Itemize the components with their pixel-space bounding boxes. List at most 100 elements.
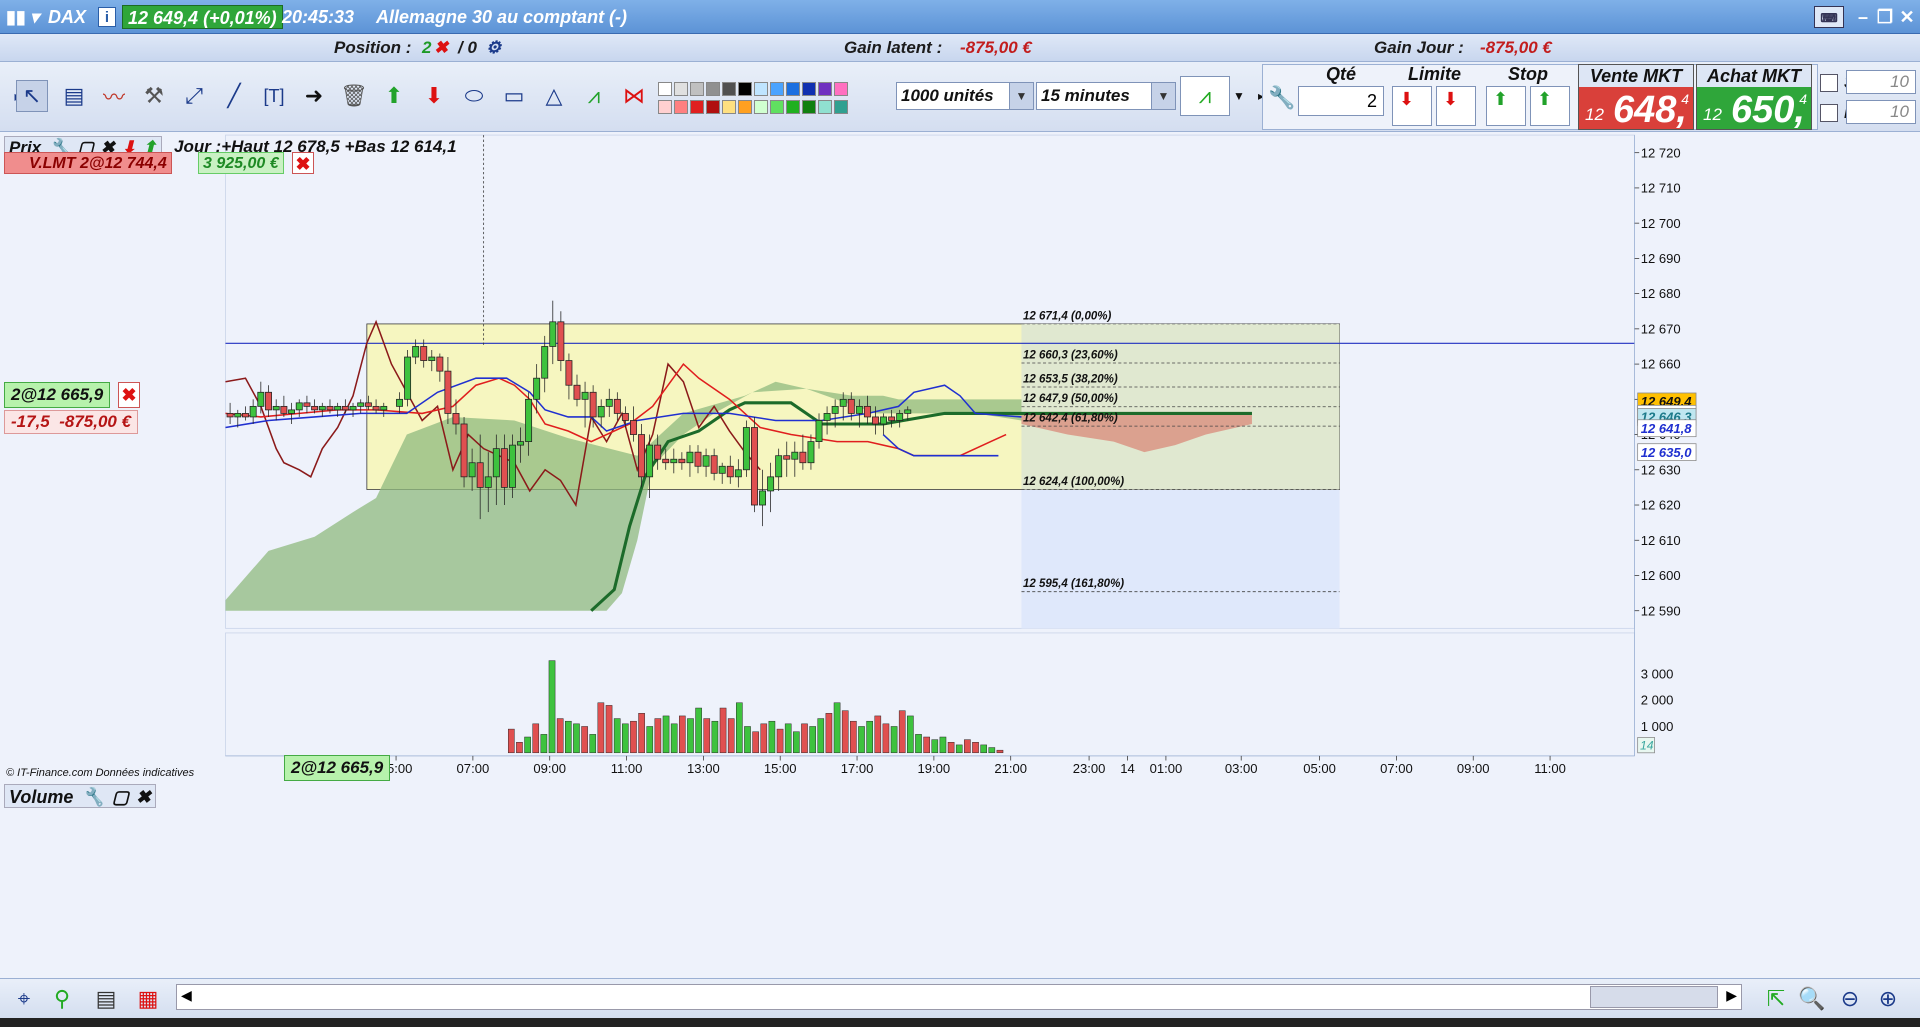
candle-body[interactable] [702,455,710,467]
buy-market-button[interactable]: Achat MKT 12 650, 4 [1696,64,1812,131]
volume-bar[interactable] [850,720,857,754]
zigzag-icon[interactable]: ⩘ [578,80,610,112]
close-pane-icon[interactable]: ✖ [136,787,151,807]
candle-body[interactable] [565,360,573,386]
scroll-left-icon[interactable]: ◀ [181,987,192,1004]
volume-bar[interactable] [841,710,849,754]
candle-body[interactable] [783,455,791,460]
volume-bar[interactable] [793,731,800,754]
candle-body[interactable] [341,405,349,411]
volume-bar[interactable] [548,660,556,754]
indicator-icon[interactable]: ▤ [58,80,90,112]
candle-body[interactable] [500,448,508,488]
volume-bar[interactable] [768,720,776,754]
candle-body[interactable] [412,346,420,358]
volume-bar[interactable] [972,742,979,754]
candle-body[interactable] [630,420,637,435]
color-swatch[interactable] [738,100,752,114]
window-icon[interactable]: ▢ [112,787,129,807]
candle-body[interactable] [734,469,742,478]
color-swatch[interactable] [674,82,688,96]
volume-bar[interactable] [809,726,816,754]
magnet-icon[interactable]: ⚲ [46,983,78,1015]
volume-bar[interactable] [516,742,523,754]
sell-market-button[interactable]: Vente MKT 12 648, 4 [1578,64,1694,131]
ellipse-icon[interactable]: ⬭ [458,80,490,112]
color-swatch[interactable] [818,100,832,114]
volume-bar[interactable] [646,726,654,754]
stop-l-input[interactable]: 10 [1846,100,1916,124]
tools-icon[interactable]: ⚒ [138,80,170,112]
candlestick-icon[interactable]: ▮▮ [6,0,26,34]
stop-buy-button[interactable]: ⬆ [1486,86,1526,126]
fan-icon[interactable]: ╱ [218,80,250,112]
volume-bar[interactable] [939,736,947,754]
volume-bar[interactable] [524,736,531,754]
candle-body[interactable] [742,427,750,471]
cancel-order-icon[interactable]: ✖ [292,152,314,174]
arrow-right-icon[interactable]: ➜ [298,80,330,112]
pattern-icon[interactable]: ⋈ [618,80,650,112]
qty-input[interactable]: 2 [1298,86,1384,116]
candle-body[interactable] [654,444,662,460]
color-swatch[interactable] [802,82,816,96]
candle-body[interactable] [396,398,403,407]
candle-body[interactable] [517,441,524,446]
candle-body[interactable] [541,346,549,379]
color-swatch[interactable] [802,100,816,114]
volume-bar[interactable] [874,715,882,754]
candle-body[interactable] [311,405,319,411]
candle-body[interactable] [226,413,234,418]
wrench-icon[interactable]: 🔧 [1266,82,1298,114]
volume-bar[interactable] [540,734,548,754]
volume-bar[interactable] [597,702,605,754]
line-chart-icon[interactable]: 〰 [98,80,130,112]
candle-body[interactable] [349,405,357,411]
candle-body[interactable] [767,476,775,492]
close-icon[interactable]: ✕ [1896,6,1918,28]
color-swatch[interactable] [818,82,832,96]
volume-bar[interactable] [703,718,711,754]
volume-bar[interactable] [573,723,580,754]
keyboard-icon[interactable]: ⌨ [1814,6,1844,28]
candle-body[interactable] [326,405,334,411]
chevron-down-icon[interactable]: ▼ [1151,83,1175,109]
settings-gear-icon[interactable]: ⚙ [486,34,501,62]
volume-bar[interactable] [581,726,588,754]
stop-s-checkbox[interactable] [1820,74,1838,92]
candle-body[interactable] [904,409,912,414]
color-swatch[interactable] [706,82,720,96]
volume-bar[interactable] [565,720,572,754]
candle-body[interactable] [492,448,500,478]
candle-body[interactable] [508,444,516,488]
color-swatch[interactable] [722,82,736,96]
volume-bar[interactable] [670,723,678,754]
rectangle-icon[interactable]: ▭ [498,80,530,112]
candle-body[interactable] [872,416,879,425]
candle-body[interactable] [718,465,726,474]
candle-body[interactable] [234,413,242,418]
volume-bar[interactable] [858,726,865,754]
candle-body[interactable] [404,356,412,400]
wrench-icon[interactable]: 🔧 [82,787,104,807]
volume-bar[interactable] [915,734,922,754]
volume-bar[interactable] [695,707,702,754]
color-swatch[interactable] [658,100,672,114]
volume-bar[interactable] [613,718,621,754]
volume-bar[interactable] [955,744,963,754]
candle-body[interactable] [257,391,265,407]
candle-body[interactable] [686,451,694,464]
candle-body[interactable] [751,427,758,506]
minimize-icon[interactable]: – [1852,6,1874,28]
text-tool-icon[interactable]: [T] [258,80,290,112]
stop-l-checkbox[interactable] [1820,104,1838,122]
candle-body[interactable] [436,356,444,372]
volume-bar[interactable] [866,720,873,754]
color-swatch[interactable] [722,100,736,114]
candle-body[interactable] [589,391,597,418]
candle-body[interactable] [444,370,452,414]
volume-bar[interactable] [622,723,629,754]
candle-body[interactable] [452,413,460,425]
limit-sell-button[interactable]: ⬇ [1392,86,1432,126]
volume-bar[interactable] [687,718,694,754]
